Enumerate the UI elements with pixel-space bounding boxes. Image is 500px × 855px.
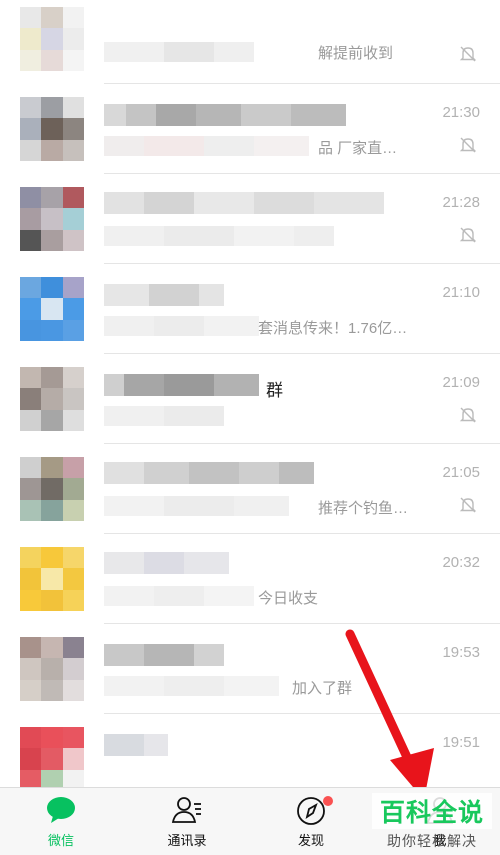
chat-time: 20:32 <box>442 554 480 571</box>
chat-time: 19:53 <box>442 644 480 661</box>
preview-blur <box>104 676 279 696</box>
chat-name-blur <box>104 734 168 756</box>
avatar <box>20 277 84 341</box>
tab-label: 微信 <box>47 833 74 848</box>
preview-blur <box>104 316 259 336</box>
mute-bell-icon <box>459 407 477 423</box>
chat-item[interactable]: 21:30 品 厂家直… <box>0 84 500 174</box>
chat-time: 21:30 <box>442 104 480 121</box>
chat-name-blur <box>104 192 384 214</box>
chat-name-fragment: 群 <box>266 381 283 400</box>
preview-text: 推荐个钓鱼… <box>318 500 409 517</box>
tab-label: 通讯录 <box>167 833 207 848</box>
preview-blur <box>104 226 334 246</box>
chat-name-blur <box>104 462 314 484</box>
avatar <box>20 367 84 431</box>
tab-contacts[interactable]: 通讯录 <box>137 794 237 849</box>
chat-time: 19:51 <box>442 734 480 751</box>
mute-bell-icon <box>459 227 477 243</box>
chat-time: 21:28 <box>442 194 480 211</box>
chat-item[interactable]: 21:28 <box>0 174 500 264</box>
preview-blur <box>104 136 309 156</box>
notification-dot <box>323 796 333 806</box>
preview-blur <box>104 586 254 606</box>
chat-time: 21:10 <box>442 284 480 301</box>
mute-bell-icon <box>459 46 477 62</box>
chat-item[interactable]: 20:32 今日收支 <box>0 534 500 624</box>
chat-name-blur <box>104 104 346 126</box>
preview-text: 今日收支 <box>258 590 319 607</box>
chat-name-blur <box>104 644 224 666</box>
chat-item[interactable]: 群 21:09 <box>0 354 500 444</box>
preview-blur <box>104 42 254 62</box>
chat-time: 21:09 <box>442 374 480 391</box>
preview-blur <box>104 406 224 426</box>
preview-text: 套消息传来！1.76亿… <box>258 320 408 337</box>
chat-item[interactable]: 解提前收到 <box>0 0 500 84</box>
chat-time: 21:05 <box>442 464 480 481</box>
watermark-logo: 百科全说 助你轻松解决 <box>372 793 492 851</box>
chat-name-blur <box>104 374 259 396</box>
avatar <box>20 637 84 701</box>
watermark-sub-text: 助你轻松解决 <box>387 833 477 849</box>
chat-item[interactable]: 21:05 推荐个钓鱼… <box>0 444 500 534</box>
avatar <box>20 547 84 611</box>
avatar <box>20 97 84 161</box>
mute-bell-icon <box>459 137 477 153</box>
avatar <box>20 727 84 791</box>
avatar <box>20 187 84 251</box>
preview-text: 解提前收到 <box>318 45 394 62</box>
mute-bell-icon <box>459 497 477 513</box>
contacts-icon <box>171 797 201 823</box>
avatar <box>20 457 84 521</box>
annotation-arrow <box>345 629 434 800</box>
chat-name-blur <box>104 552 229 574</box>
chat-name-blur <box>104 284 224 306</box>
avatar <box>20 7 84 71</box>
preview-text: 品 厂家直… <box>318 140 398 157</box>
chat-icon <box>47 797 75 823</box>
tab-discover[interactable]: 发现 <box>261 794 361 849</box>
tab-label: 发现 <box>297 833 324 848</box>
watermark-main-text: 百科全说 <box>372 793 492 829</box>
tab-chats[interactable]: 微信 <box>11 794 111 849</box>
chat-item[interactable]: 21:10 套消息传来！1.76亿… <box>0 264 500 354</box>
preview-blur <box>104 496 289 516</box>
